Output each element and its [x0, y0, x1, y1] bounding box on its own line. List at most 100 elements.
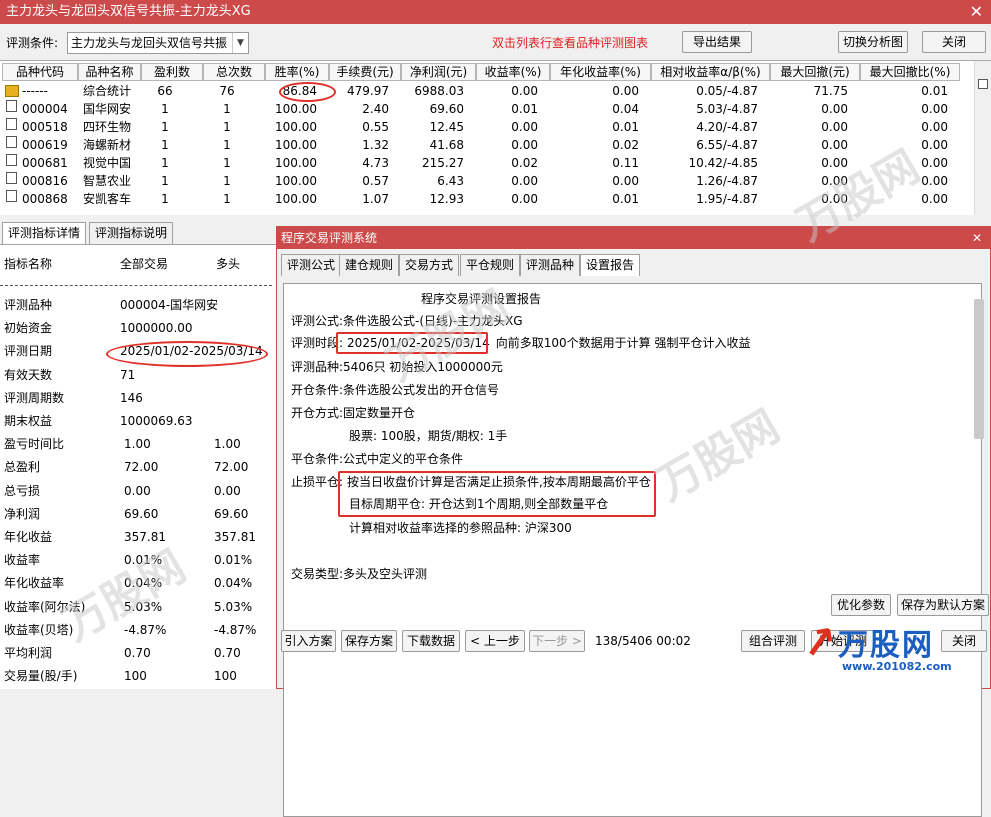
- metric-row: 总盈利 72.00 72.00: [0, 456, 277, 479]
- export-button[interactable]: 导出结果: [682, 31, 752, 53]
- tab-detail[interactable]: 评测指标详情: [2, 222, 87, 244]
- metric-cell: 1.00: [214, 437, 241, 452]
- table-cell: 0.01: [511, 102, 538, 116]
- table-cell: 479.97: [347, 84, 389, 98]
- import-button[interactable]: 引入方案: [281, 630, 336, 652]
- table-cell: 1: [161, 174, 169, 188]
- dialog-close-icon[interactable]: ✕: [972, 231, 982, 245]
- metric-cell: 0.01%: [214, 553, 253, 568]
- table-row[interactable]: 000681 视觉中国 1 1 100.00 4.73 215.27 0.02 0.11 10.4…: [0, 154, 970, 172]
- close-icon[interactable]: ✕: [970, 0, 983, 24]
- metric-cell: 有效天数: [4, 367, 53, 382]
- metric-cell: 000004-国华网安: [120, 298, 219, 312]
- metric-cell: 100: [124, 669, 147, 684]
- metric-cell: 72.00: [214, 460, 249, 475]
- table-cell: 215.27: [422, 156, 464, 170]
- next-button[interactable]: 下一步 >: [529, 630, 585, 652]
- col-header[interactable]: 最大回撤比(%): [860, 63, 960, 81]
- checkbox-icon[interactable]: [6, 154, 17, 166]
- chevron-down-icon[interactable]: ▼: [232, 33, 248, 53]
- table-cell: 100.00: [275, 102, 317, 116]
- metric-cell: 评测品种: [4, 298, 53, 312]
- hint-text: 双击列表行查看品种评测图表: [492, 36, 649, 50]
- window-title: 主力龙头与龙回头双信号共振-主力龙头XG: [6, 4, 251, 19]
- col-header[interactable]: 最大回撤(元): [770, 63, 860, 81]
- bench-line: 计算相对收益率选择的参照品种: 沪深300: [349, 521, 572, 535]
- col-header[interactable]: 收益率(%): [476, 63, 550, 81]
- col-header[interactable]: 手续费(元): [329, 63, 401, 81]
- table-cell: 0.00: [511, 120, 538, 134]
- checkbox-icon[interactable]: [6, 172, 17, 184]
- checkbox-icon[interactable]: [6, 100, 17, 112]
- table-cell: 76: [219, 84, 235, 98]
- table-row[interactable]: 000518 四环生物 1 1 100.00 0.55 12.45 0.00 0.01 4.20/…: [0, 118, 970, 136]
- toolbar: 评测条件: 主力龙头与龙回头双信号共振 ▼ 双击列表行查看品种评测图表 导出结果…: [0, 24, 991, 60]
- metric-row: 平均利润 0.70 0.70: [0, 642, 277, 665]
- download-button[interactable]: 下载数据: [402, 630, 460, 652]
- optimize-button[interactable]: 优化参数: [831, 594, 891, 616]
- table-cell: 综合统计: [83, 84, 132, 98]
- table-cell: 1: [223, 102, 231, 116]
- table-cell: 0.01: [612, 192, 639, 206]
- stop-highlight: [338, 471, 656, 517]
- checkbox-icon[interactable]: [6, 136, 17, 148]
- close-button[interactable]: 关闭: [922, 31, 986, 53]
- metric-cell: 69.60: [214, 506, 249, 521]
- col-header[interactable]: 品种代码: [2, 63, 78, 81]
- table-cell: 0.55: [362, 120, 389, 134]
- col-header[interactable]: 盈利数: [141, 63, 203, 81]
- dialog-tab[interactable]: 设置报告: [580, 254, 641, 276]
- checkbox-icon[interactable]: [6, 118, 17, 130]
- col-header[interactable]: 净利润(元): [401, 63, 476, 81]
- report-scrollbar[interactable]: [974, 299, 984, 439]
- col-header[interactable]: 胜率(%): [265, 63, 329, 81]
- checkbox-icon[interactable]: [6, 190, 17, 202]
- metric-cell: 评测日期: [4, 344, 53, 359]
- col-header[interactable]: 品种名称: [78, 63, 141, 81]
- metric-cell: 72.00: [124, 460, 159, 475]
- save-default-button[interactable]: 保存为默认方案: [897, 594, 989, 616]
- table-row[interactable]: 000619 海螺新材 1 1 100.00 1.32 41.68 0.00 0.02 6.55/…: [0, 136, 970, 154]
- metric-cell: 交易量(股/手): [4, 669, 78, 684]
- table-cell: 0.05/-4.87: [696, 84, 758, 98]
- table-cell: 1.07: [362, 192, 389, 206]
- table-cell: 0.00: [821, 102, 848, 116]
- table-cell: 0.00: [511, 138, 538, 152]
- save-button[interactable]: 保存方案: [341, 630, 397, 652]
- dialog-tab[interactable]: 评测公式: [281, 254, 342, 276]
- metric-cell: 总盈利: [4, 460, 41, 475]
- tab-explain[interactable]: 评测指标说明: [89, 222, 174, 244]
- metric-row: 有效天数 71: [0, 364, 277, 387]
- table-cell: 0.00: [612, 84, 639, 98]
- metric-cell: 5.03%: [214, 599, 253, 614]
- col-header[interactable]: 年化收益率(%): [550, 63, 651, 81]
- table-row[interactable]: 000004 国华网安 1 1 100.00 2.40 69.60 0.01 0.04 5.03/…: [0, 100, 970, 118]
- metric-row: 评测周期数 146: [0, 387, 277, 410]
- date-highlight: [106, 341, 268, 367]
- table-cell: 0.00: [511, 84, 538, 98]
- dialog-tab[interactable]: 评测品种: [520, 254, 581, 276]
- col-header[interactable]: 相对收益率α/β(%): [651, 63, 770, 81]
- metric-row: 期末权益 1000069.63: [0, 410, 277, 433]
- close-line: 平仓条件:公式中定义的平仓条件: [291, 452, 464, 466]
- condition-select[interactable]: 主力龙头与龙回头双信号共振 ▼: [67, 32, 249, 54]
- folder-icon[interactable]: [5, 85, 19, 97]
- grid-scrollbar[interactable]: [974, 61, 991, 215]
- table-cell: 4.73: [362, 156, 389, 170]
- metric-cell: 71: [120, 367, 136, 382]
- switch-chart-button[interactable]: 切换分析图: [838, 31, 908, 53]
- dialog-tab[interactable]: 平仓规则: [460, 254, 521, 276]
- table-cell: 智慧农业: [83, 174, 132, 188]
- col-header[interactable]: 总次数: [203, 63, 265, 81]
- table-cell: 000004: [22, 102, 68, 116]
- table-row[interactable]: ------ 综合统计 66 76 86.84 479.97 6988.03 0.00 0.00…: [0, 82, 970, 100]
- table-cell: 1: [223, 156, 231, 170]
- table-cell: 0.00: [511, 192, 538, 206]
- combo-eval-button[interactable]: 组合评测: [741, 630, 805, 652]
- dialog-tab[interactable]: 交易方式: [399, 254, 460, 276]
- dialog-tab[interactable]: 建仓规则: [339, 254, 400, 276]
- metric-row: 收益率(贝塔) -4.87% -4.87%: [0, 619, 277, 642]
- table-cell: 0.00: [921, 120, 948, 134]
- prev-button[interactable]: < 上一步: [465, 630, 525, 652]
- table-cell: 0.01: [921, 84, 948, 98]
